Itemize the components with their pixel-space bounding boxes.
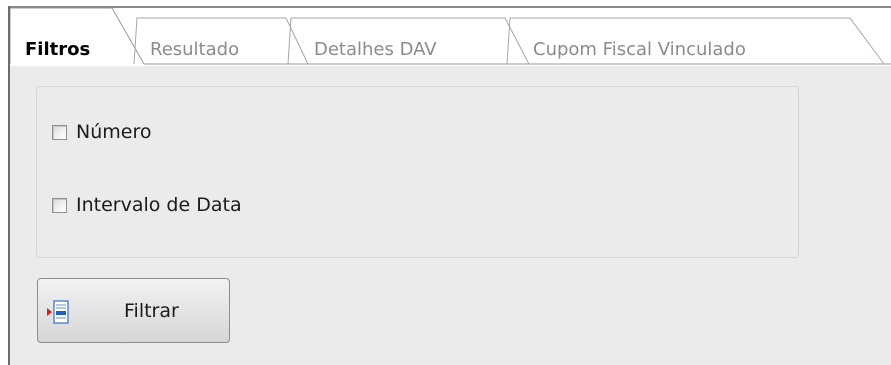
numero-checkbox[interactable] <box>52 124 67 140</box>
tab-content-filtros: Número Intervalo de Data Filtrar <box>10 66 891 365</box>
tab-cupom-fiscal-vinculado[interactable]: Cupom Fiscal Vinculado <box>533 39 746 61</box>
filtrar-button-label: Filtrar <box>124 300 179 322</box>
filter-list-icon <box>47 300 69 324</box>
tab-resultado[interactable]: Resultado <box>150 39 239 61</box>
intervalo-data-checkbox[interactable] <box>52 197 67 213</box>
numero-label[interactable]: Número <box>76 121 151 143</box>
filtrar-button[interactable]: Filtrar <box>37 278 230 343</box>
dav-search-window: Filtros Resultado Detalhes DAV Cupom Fis… <box>0 0 891 365</box>
numero-filter-row[interactable]: Número <box>52 121 151 143</box>
tab-filtros[interactable]: Filtros <box>25 39 90 61</box>
tab-shapes <box>10 8 891 66</box>
filters-group <box>36 86 799 258</box>
tab-strip: Filtros Resultado Detalhes DAV Cupom Fis… <box>10 8 891 66</box>
tab-detalhes-dav[interactable]: Detalhes DAV <box>314 39 437 61</box>
intervalo-data-label[interactable]: Intervalo de Data <box>76 194 242 216</box>
intervalo-data-filter-row[interactable]: Intervalo de Data <box>52 194 242 216</box>
